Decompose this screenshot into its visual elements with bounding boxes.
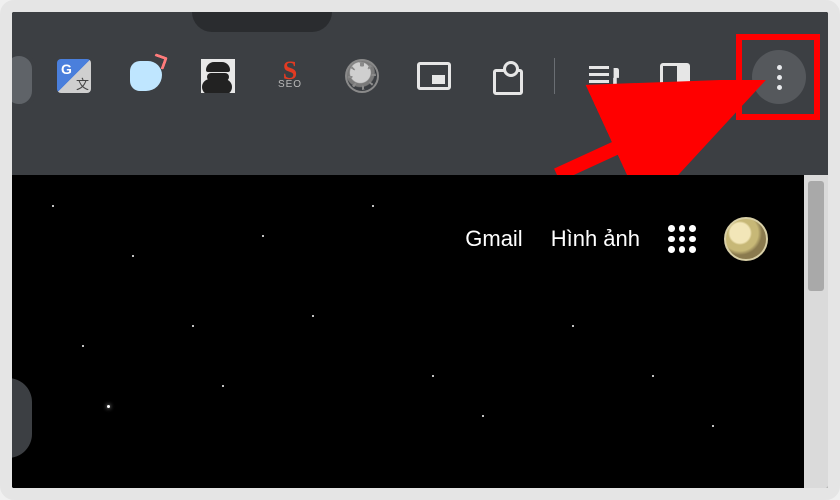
account-avatar[interactable] <box>724 217 768 261</box>
ext-pip[interactable] <box>416 58 452 94</box>
star-decor <box>572 325 574 327</box>
scrollbar-thumb[interactable] <box>808 181 824 291</box>
star-decor <box>312 315 314 317</box>
star-decor <box>222 385 224 387</box>
extension-row: S SEO <box>56 58 693 94</box>
seo-icon-sub: SEO <box>273 79 307 90</box>
browser-toolbar: S SEO <box>12 12 828 175</box>
ext-spy[interactable] <box>200 58 236 94</box>
ext-google-translate[interactable] <box>56 58 92 94</box>
gear-icon <box>345 59 379 93</box>
seo-icon: S SEO <box>273 61 307 91</box>
bird-icon <box>130 61 162 91</box>
annotation-arrow-icon <box>552 80 772 180</box>
star-decor <box>432 375 434 377</box>
screenshot-frame: S SEO <box>0 0 840 500</box>
vertical-scrollbar[interactable] <box>804 175 828 488</box>
active-tab-shadow <box>192 0 332 32</box>
star-decor <box>652 375 654 377</box>
spy-icon <box>201 59 235 93</box>
ext-bird-cursor[interactable] <box>128 58 164 94</box>
chrome-menu-button[interactable] <box>752 50 806 104</box>
google-nav-row: Gmail Hình ảnh <box>465 217 768 261</box>
profile-chip-edge <box>2 52 36 108</box>
star-decor <box>372 205 374 207</box>
dots-icon <box>777 65 782 70</box>
star-decor <box>82 345 84 347</box>
star-decor <box>52 205 54 207</box>
pip-icon <box>417 62 451 90</box>
star-decor <box>712 425 714 427</box>
star-decor <box>192 325 194 327</box>
page-content: Gmail Hình ảnh <box>12 175 828 488</box>
star-decor <box>482 415 484 417</box>
toolbar-divider <box>554 58 555 94</box>
puzzle-icon <box>491 61 521 91</box>
star-decor <box>107 405 110 408</box>
seo-icon-s: S <box>273 61 307 81</box>
star-decor <box>262 235 264 237</box>
media-control-button[interactable] <box>585 58 621 94</box>
apps-grid-icon <box>668 225 675 232</box>
sidepanel-icon <box>660 63 690 89</box>
ext-puzzle[interactable] <box>488 58 524 94</box>
side-panel-button[interactable] <box>657 58 693 94</box>
images-link[interactable]: Hình ảnh <box>551 226 640 252</box>
ext-seo[interactable]: S SEO <box>272 58 308 94</box>
media-icon <box>587 62 619 90</box>
gmail-link[interactable]: Gmail <box>465 226 522 252</box>
left-curve-decor <box>12 378 32 458</box>
ext-gear[interactable] <box>344 58 380 94</box>
star-decor <box>132 255 134 257</box>
translate-icon <box>57 59 91 93</box>
google-apps-button[interactable] <box>668 225 696 253</box>
